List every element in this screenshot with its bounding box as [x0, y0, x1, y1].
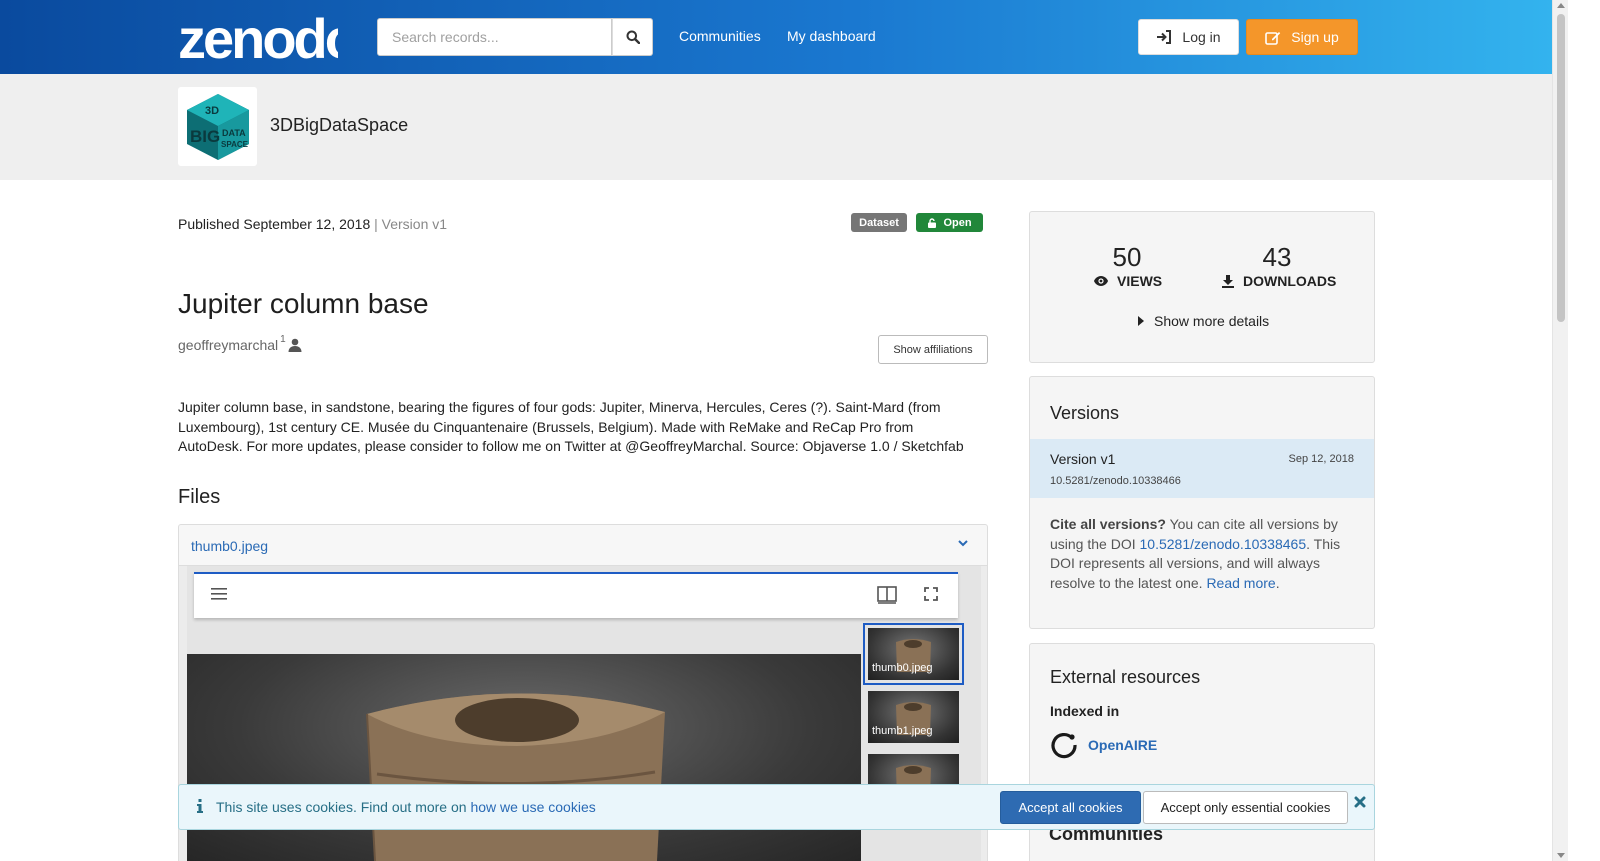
search-input[interactable]: [377, 18, 612, 56]
community-logo[interactable]: 3D BIG DATA SPACE: [178, 87, 257, 166]
two-page-view-icon[interactable]: [877, 586, 897, 604]
openaire-link[interactable]: OpenAIRE: [1050, 731, 1157, 759]
fullscreen-icon[interactable]: [924, 587, 938, 601]
version-doi: 10.5281/zenodo.10338466: [1050, 475, 1181, 487]
record-description: Jupiter column base, in sandstone, beari…: [178, 399, 964, 455]
read-more-link[interactable]: Read more: [1206, 575, 1275, 591]
svg-text:zenodo: zenodo: [178, 7, 338, 62]
signup-label: Sign up: [1291, 29, 1339, 45]
community-header: 3D BIG DATA SPACE 3DBigDataSpace: [0, 74, 1552, 180]
version-name[interactable]: Version v1: [1050, 451, 1115, 467]
svg-text:DATA: DATA: [222, 128, 246, 138]
indexed-in-label: Indexed in: [1050, 703, 1120, 719]
downloads-count: 43: [1262, 242, 1292, 272]
show-more-details-label: Show more details: [1154, 313, 1270, 329]
page-scrollbar[interactable]: [1552, 0, 1568, 861]
downloads-label: DOWNLOADS: [1243, 273, 1337, 289]
access-status-label: Open: [943, 216, 972, 229]
file-name[interactable]: thumb0.jpeg: [191, 538, 268, 554]
caret-right-icon: [1138, 316, 1144, 326]
login-label: Log in: [1182, 29, 1221, 45]
files-heading: Files: [178, 486, 221, 508]
svg-text:SPACE: SPACE: [221, 140, 249, 149]
accept-essential-cookies-button[interactable]: Accept only essential cookies: [1143, 791, 1348, 824]
version-date: Sep 12, 2018: [1288, 453, 1354, 465]
openaire-label: OpenAIRE: [1088, 737, 1158, 753]
accept-all-cookies-button[interactable]: Accept all cookies: [1000, 791, 1141, 824]
nav-my-dashboard[interactable]: My dashboard: [787, 28, 876, 44]
cite-all-versions-title: Cite all versions?: [1050, 516, 1166, 532]
viewer-toolbar: [194, 572, 958, 618]
separator: |: [374, 216, 378, 232]
thumbnail-label: thumb0.jpeg: [872, 662, 933, 674]
edit-icon: [1265, 31, 1281, 45]
concept-doi-link[interactable]: 10.5281/zenodo.10338465: [1140, 536, 1307, 552]
file-accordion-header[interactable]: thumb0.jpeg: [178, 524, 988, 566]
views-label: VIEWS: [1117, 273, 1163, 289]
versions-panel: Versions Version v1 Sep 12, 2018 10.5281…: [1029, 376, 1375, 629]
eye-icon: [1094, 276, 1108, 286]
login-button[interactable]: Log in: [1138, 19, 1239, 55]
stats-panel: 50 VIEWS 43 DOWNLOADS Show more details: [1029, 211, 1375, 363]
search-bar: [377, 18, 653, 56]
zenodo-logo-mark: zenodo: [178, 7, 361, 70]
zenodo-logo[interactable]: zenodo: [178, 6, 361, 70]
signup-button[interactable]: Sign up: [1246, 19, 1358, 55]
thumbnail-label: thumb1.jpeg: [872, 725, 933, 737]
svg-text:BIG: BIG: [190, 127, 220, 146]
community-name[interactable]: 3DBigDataSpace: [270, 115, 408, 136]
cite-all-versions-text: Cite all versions? You can cite all vers…: [1050, 515, 1360, 593]
community-logo-image: 3D BIG DATA SPACE: [186, 93, 249, 160]
close-icon[interactable]: [1354, 796, 1366, 808]
chevron-down-icon: [958, 540, 968, 547]
resource-type-badge: Dataset: [851, 213, 907, 232]
nav-communities[interactable]: Communities: [679, 28, 761, 44]
affiliation-ref: 1: [280, 334, 286, 345]
info-icon: [197, 799, 203, 813]
external-resources-heading: External resources: [1050, 667, 1201, 687]
cookie-message: This site uses cookies. Find out more on…: [216, 799, 596, 815]
creator: geoffreymarchal 1: [178, 334, 302, 353]
cookie-banner: This site uses cookies. Find out more on…: [178, 784, 1375, 830]
cookie-message-text: This site uses cookies. Find out more on: [216, 799, 471, 815]
download-icon: [1222, 275, 1234, 288]
thumbnail-item[interactable]: thumb1.jpeg: [868, 691, 959, 743]
creator-name[interactable]: geoffreymarchal: [178, 337, 278, 353]
version-label: Version v1: [381, 216, 448, 232]
access-status-badge: Open: [916, 213, 983, 232]
versions-heading: Versions: [1050, 403, 1120, 423]
unlock-icon: [928, 217, 937, 228]
downloads-label-group: DOWNLOADS: [1221, 273, 1336, 289]
publication-info: Published September 12, 2018 | Version v…: [178, 216, 447, 232]
scrollbar-thumb[interactable]: [1557, 14, 1565, 322]
show-more-details-toggle[interactable]: Show more details: [1138, 313, 1269, 329]
views-count: 50: [1112, 242, 1142, 272]
show-affiliations-button[interactable]: Show affiliations: [878, 335, 988, 364]
user-icon: [288, 338, 302, 352]
menu-icon[interactable]: [210, 587, 228, 601]
views-label-group: VIEWS: [1093, 273, 1162, 289]
version-item[interactable]: Version v1 Sep 12, 2018 10.5281/zenodo.1…: [1030, 439, 1374, 498]
resource-type-label: Dataset: [859, 216, 899, 229]
cookie-policy-link[interactable]: how we use cookies: [470, 799, 595, 815]
scroll-up-arrow-icon[interactable]: [1557, 3, 1565, 8]
sign-in-icon: [1157, 30, 1172, 44]
cite-text-part: .: [1275, 574, 1280, 591]
search-button[interactable]: [612, 18, 653, 56]
thumbnail-item[interactable]: thumb0.jpeg: [863, 623, 964, 685]
openaire-icon: [1051, 733, 1077, 759]
publication-date: Published September 12, 2018: [178, 216, 371, 232]
search-icon: [626, 30, 640, 44]
scroll-down-arrow-icon[interactable]: [1557, 853, 1565, 858]
top-navbar: zenodo Communities My dashboard Log in S…: [0, 0, 1552, 74]
record-title: Jupiter column base: [178, 288, 429, 319]
svg-text:3D: 3D: [205, 105, 219, 117]
